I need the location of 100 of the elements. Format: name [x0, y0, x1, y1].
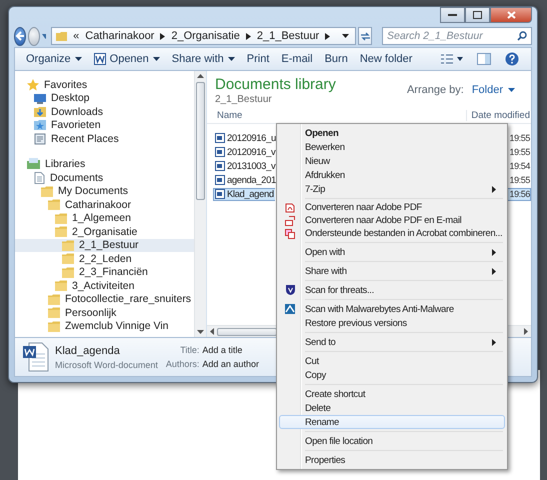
file-name: Klad_agend [227, 188, 274, 200]
library-subtitle: 2_1_Bestuur [215, 94, 273, 104]
toolbar-button[interactable]: E-mail [278, 53, 316, 65]
scroll-right-icon[interactable] [524, 328, 528, 335]
nav-item[interactable]: Libraries [15, 158, 194, 171]
maximize-button[interactable] [465, 7, 490, 23]
shield-icon [286, 285, 294, 295]
file-row[interactable]: 20120916_u [213, 132, 277, 144]
nav-item[interactable]: Desktop [15, 92, 194, 105]
nav-label: Libraries [45, 158, 86, 170]
menu-item[interactable]: Converteren naar Adobe PDF en E-mail [279, 214, 505, 227]
scroll-thumb[interactable] [196, 82, 205, 200]
file-name: 20131003_v [227, 160, 276, 172]
menu-item[interactable]: Open file location [279, 434, 505, 448]
address-bar[interactable]: « Catharinakoor 2_Organisatie 2_1_Bestuur [51, 27, 356, 45]
menu-item[interactable]: Scan with Malwarebytes Anti-Malware [279, 302, 505, 316]
breadcrumb[interactable]: 2_Organisatie [171, 30, 240, 42]
menu-item[interactable]: Bewerken [279, 140, 505, 154]
menu-item[interactable]: Ondersteunde bestanden in Acrobat combineren... [279, 227, 505, 240]
nav-label: Fotocollectie_rare_snuiters [65, 293, 192, 306]
caret-icon[interactable] [42, 34, 46, 38]
nav-label: Persoonlijk [65, 306, 116, 319]
nav-item[interactable]: 2_1_Bestuur [15, 238, 194, 252]
menu-item[interactable]: Scan for threats... [279, 283, 505, 297]
nav-label: 2_1_Bestuur [79, 239, 139, 252]
toolbar-button[interactable]: Openen [90, 53, 163, 65]
file-row[interactable]: agenda_201 [213, 174, 277, 186]
menu-item[interactable]: Rename [279, 415, 505, 429]
document-icon [34, 172, 45, 184]
folder-icon [48, 307, 60, 318]
nav-item[interactable]: Favorites [15, 78, 194, 92]
arrange-dropdown[interactable]: Folder [472, 84, 515, 96]
menu-item[interactable]: Send to [279, 335, 505, 349]
minimize-button[interactable] [440, 7, 465, 23]
scroll-up-icon[interactable] [197, 74, 204, 78]
file-name: 20120916_v [227, 146, 276, 158]
list-view-icon [441, 54, 463, 64]
menu-item[interactable]: Cut [279, 354, 505, 368]
breadcrumb[interactable]: Catharinakoor [85, 30, 154, 42]
file-row[interactable]: Klad_agend [213, 188, 275, 200]
search-field[interactable]: Search 2_1_Bestuur [382, 27, 532, 45]
nav-item[interactable]: Recent Places [15, 132, 194, 146]
nav-item[interactable]: 2_Organisatie [15, 225, 194, 238]
nav-label: Favorieten [51, 119, 101, 132]
scroll-left-icon[interactable] [210, 328, 214, 335]
file-row[interactable]: 20131003_v [213, 160, 276, 172]
scroll-down-icon[interactable] [197, 330, 204, 334]
menu-item[interactable]: Nieuw [279, 154, 505, 168]
nav-item[interactable]: 2_2_Leden [15, 252, 194, 266]
chevron-icon[interactable] [325, 32, 330, 40]
star-icon [27, 78, 39, 91]
nav-item[interactable]: 3_Activiteiten [15, 279, 194, 292]
nav-item[interactable]: 2_3_Financiën [15, 266, 194, 279]
column-header[interactable]: Date modified [466, 110, 530, 121]
file-name: 20120916_u [227, 132, 276, 144]
nav-item[interactable]: Fotocollectie_rare_snuiters [15, 292, 194, 306]
nav-item[interactable]: Persoonlijk [15, 306, 194, 320]
nav-item[interactable]: Documents [15, 171, 194, 184]
back-button[interactable] [14, 26, 26, 46]
nav-item[interactable]: Favorieten [15, 118, 194, 132]
property-value[interactable]: Add an author [202, 359, 259, 369]
column-header[interactable]: Name [217, 110, 242, 121]
menu-item[interactable]: Converteren naar Adobe PDF [279, 201, 505, 214]
file-row[interactable]: 20120916_v [213, 146, 276, 158]
toolbar-button[interactable]: Print [244, 53, 272, 65]
nav-item[interactable]: Zwemclub Vinnige Vin [15, 320, 194, 333]
menu-item[interactable]: Properties [279, 453, 505, 467]
breadcrumb[interactable]: « [73, 30, 80, 42]
chevron-icon[interactable] [246, 32, 251, 40]
breadcrumb[interactable]: 2_1_Bestuur [256, 30, 320, 42]
chevron-icon[interactable] [160, 32, 166, 40]
scroll-thumb[interactable] [217, 328, 277, 336]
nav-item[interactable]: My Documents [15, 184, 194, 198]
property-value[interactable]: Add a title [202, 345, 259, 355]
toolbar-button[interactable]: Organize [23, 53, 85, 65]
toolbar-button[interactable]: Share with [168, 53, 238, 65]
property-label: Title: [179, 345, 200, 355]
menu-item[interactable]: Create shortcut [279, 387, 505, 401]
menu-item[interactable]: Afdrukken [279, 168, 505, 182]
folder-icon [62, 240, 74, 251]
folder-icon [48, 294, 60, 305]
menu-item[interactable]: Copy [279, 368, 505, 382]
dropdown-icon[interactable] [342, 34, 350, 38]
menu-item[interactable]: Delete [279, 401, 505, 415]
arrange-label: Arrange by: [406, 84, 464, 96]
menu-item[interactable]: Share with [279, 264, 505, 278]
nav-item[interactable]: Downloads [15, 105, 194, 118]
nav-item[interactable]: 1_Algemeen [15, 212, 194, 225]
menu-item[interactable]: 7-Zip [279, 182, 505, 196]
menu-item[interactable]: Open with [279, 245, 505, 259]
toolbar-button[interactable]: Burn [322, 53, 351, 65]
menu-item[interactable]: Restore previous versions [279, 316, 505, 330]
close-button[interactable] [490, 7, 532, 23]
menu-item[interactable]: Openen [279, 126, 505, 140]
folder-icon [48, 199, 60, 210]
file-date: 19:56 [508, 188, 531, 200]
refresh-button[interactable] [358, 27, 372, 45]
toolbar-button[interactable]: New folder [356, 53, 416, 65]
nav-item[interactable]: Catharinakoor [15, 198, 194, 212]
scrollbar[interactable] [194, 71, 206, 337]
